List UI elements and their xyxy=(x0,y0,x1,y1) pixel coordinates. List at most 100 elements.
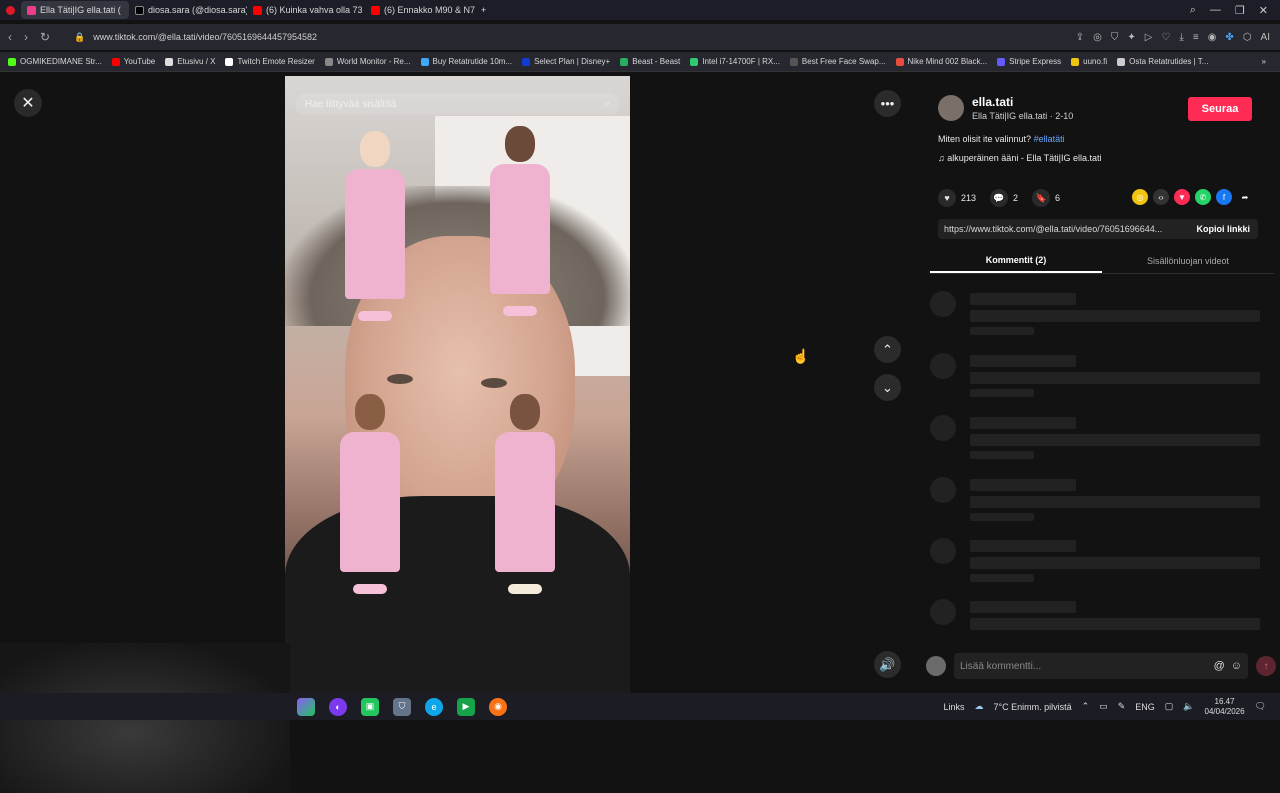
restore-icon[interactable]: ❐ xyxy=(1235,4,1245,17)
app-icon[interactable] xyxy=(297,697,315,716)
author-username[interactable]: ella.tati xyxy=(972,95,1073,109)
more-options-button[interactable]: ••• xyxy=(874,90,901,117)
minimize-icon[interactable]: — xyxy=(1210,4,1221,17)
profile-icon[interactable]: ◉ xyxy=(1208,32,1217,43)
bookmark-item[interactable]: Beast - Beast xyxy=(620,57,680,66)
bookmark-icon: 🔖 xyxy=(1032,189,1051,207)
whatsapp-icon[interactable]: ✆ xyxy=(1195,189,1211,205)
heart-icon[interactable]: ♡ xyxy=(1161,32,1170,43)
hashtag-link[interactable]: #ellatäti xyxy=(1034,134,1065,144)
weather-text[interactable]: 7°C Enimm. pilvistä xyxy=(994,702,1072,712)
close-video-button[interactable]: ✕ xyxy=(14,89,42,117)
links-label[interactable]: Links xyxy=(944,702,965,712)
bookmark-item[interactable]: Best Free Face Swap... xyxy=(789,57,886,66)
youtube-icon xyxy=(371,5,380,15)
bookmark-favicon-icon xyxy=(1117,57,1126,66)
app-icon[interactable]: ◐ xyxy=(329,697,347,716)
search-icon[interactable]: ⌕ xyxy=(604,98,610,111)
edge-icon[interactable]: e xyxy=(425,697,443,716)
share-arrow-icon[interactable]: ➦ xyxy=(1237,189,1253,205)
play-icon[interactable]: ▷ xyxy=(1145,32,1153,43)
video-link-text[interactable]: https://www.tiktok.com/@ella.tati/video/… xyxy=(944,224,1162,234)
shield-icon[interactable]: ⛉ xyxy=(393,697,411,716)
extensions-icon[interactable]: ✦ xyxy=(1127,32,1135,43)
copy-link-button[interactable]: Kopioi linkki xyxy=(1196,224,1258,234)
avatar[interactable] xyxy=(938,95,964,121)
bookmark-item[interactable]: Select Plan | Disney+ xyxy=(522,57,610,66)
emoji-icon[interactable]: ☺ xyxy=(1231,660,1242,672)
bookmark-item[interactable]: uuno.fi xyxy=(1071,57,1107,66)
tab-youtube-kuinka[interactable]: (6) Kuinka vahva olla 73 k xyxy=(247,1,365,19)
bookmark-item[interactable]: Buy Retatrutide 10m... xyxy=(420,57,512,66)
network-icon[interactable]: ▭ xyxy=(1099,701,1108,712)
tab-comments[interactable]: Kommentit (2) xyxy=(930,248,1102,273)
more-bookmarks-icon[interactable]: » xyxy=(1262,57,1280,66)
comment-input[interactable]: Lisää kommentti... @ ☺ xyxy=(954,653,1248,679)
search-icon[interactable]: ⌕ xyxy=(1190,4,1196,17)
share-icon[interactable]: ⇪ xyxy=(1076,32,1084,43)
facebook-icon[interactable]: f xyxy=(1216,189,1232,205)
camera-icon[interactable]: ◎ xyxy=(1093,32,1102,43)
bookmark-item[interactable]: Stripe Express xyxy=(997,57,1061,66)
tab-diosa-sara[interactable]: diosa.sara (@diosa.sara) | xyxy=(129,1,247,19)
display-icon[interactable]: ▢ xyxy=(1165,701,1174,712)
bookmark-favicon-icon xyxy=(225,57,234,66)
date: 04/04/2026 xyxy=(1204,706,1245,716)
close-window-icon[interactable]: ✕ xyxy=(1259,4,1268,17)
ext-icon[interactable]: ✤ xyxy=(1225,32,1233,43)
cube-icon[interactable]: ⬡ xyxy=(1243,32,1252,43)
volume-icon[interactable]: 🔈 xyxy=(1183,701,1194,712)
shield-icon[interactable]: ⛉ xyxy=(1111,32,1119,43)
clock[interactable]: 16.47 04/04/2026 xyxy=(1205,697,1245,717)
comment-skeleton xyxy=(930,477,1270,521)
notification-icon[interactable]: 🗨 xyxy=(1255,701,1266,712)
tab-youtube-ennakko[interactable]: (6) Ennakko M90 & N73 - xyxy=(365,1,475,19)
reload-icon[interactable]: ↻ xyxy=(40,30,50,44)
bookmark-item[interactable]: Intel i7-14700F | RX... xyxy=(690,57,780,66)
firefox-icon[interactable]: ◉ xyxy=(489,697,507,716)
sound-label[interactable]: alkuperäinen ääni - Ella Täti|IG ella.ta… xyxy=(947,153,1101,163)
bookmark-item[interactable]: YouTube xyxy=(111,57,155,66)
sound-info[interactable]: ♫ alkuperäinen ääni - Ella Täti|IG ella.… xyxy=(938,153,1102,163)
tab-ella-tati[interactable]: Ella Täti|IG ella.tati ( xyxy=(21,1,129,19)
back-icon[interactable]: ‹ xyxy=(8,30,12,44)
save-button[interactable]: 🔖 6 xyxy=(1032,189,1060,207)
bookmark-item[interactable]: Nike Mind 002 Black... xyxy=(895,57,987,66)
volume-button[interactable]: 🔊 xyxy=(874,651,901,678)
video-player[interactable]: Hae liittyvää sisältöä ⌕ xyxy=(285,76,630,693)
send-comment-button[interactable]: ↑ xyxy=(1256,656,1276,676)
follow-button[interactable]: Seuraa xyxy=(1188,97,1252,121)
forward-icon[interactable]: › xyxy=(24,30,28,44)
bookmark-label: Stripe Express xyxy=(1009,57,1062,66)
send-to-friends-icon[interactable]: ▼ xyxy=(1174,189,1190,205)
author-info[interactable]: ella.tati Ella Täti|IG ella.tati · 2-10 xyxy=(938,95,1073,121)
chevron-up-icon[interactable]: ⌃ xyxy=(1082,701,1090,712)
save-count: 6 xyxy=(1055,193,1061,203)
download-icon[interactable]: ⤓ xyxy=(1179,32,1183,43)
previous-video-button[interactable]: ⌃ xyxy=(874,336,901,363)
like-button[interactable]: ♥ 213 xyxy=(938,189,976,207)
bookmark-item[interactable]: Etusivu / X xyxy=(165,57,215,66)
bookmark-label: OGMIKEDIMANE Str... xyxy=(20,57,102,66)
ai-icon[interactable]: AI xyxy=(1261,32,1270,43)
bookmark-item[interactable]: World Monitor - Re... xyxy=(324,57,411,66)
menu-icon[interactable]: ≡ xyxy=(1193,32,1199,43)
comment-button[interactable]: 💬 2 xyxy=(990,189,1018,207)
bookmark-item[interactable]: Osta Retatrutides | T... xyxy=(1117,57,1208,66)
mention-icon[interactable]: @ xyxy=(1214,660,1225,672)
app-icon[interactable]: ▣ xyxy=(361,697,379,716)
app-icon[interactable]: ▶ xyxy=(457,697,475,716)
opera-menu[interactable] xyxy=(0,1,21,19)
language-indicator[interactable]: ENG xyxy=(1135,702,1155,712)
embed-icon[interactable]: ‹› xyxy=(1153,189,1169,205)
next-video-button[interactable]: ⌄ xyxy=(874,374,901,401)
coin-icon[interactable]: ◎ xyxy=(1132,189,1148,205)
tab-creator-videos[interactable]: Sisällönluojan videot xyxy=(1102,248,1274,273)
pen-icon[interactable]: ✎ xyxy=(1118,701,1126,712)
bookmark-item[interactable]: OGMIKEDIMANE Str... xyxy=(8,57,102,66)
new-tab-button[interactable]: + xyxy=(475,1,492,19)
related-search-input[interactable]: Hae liittyvää sisältöä ⌕ xyxy=(295,93,620,115)
url-field[interactable]: www.tiktok.com/@ella.tati/video/76051696… xyxy=(93,32,317,42)
lock-icon: 🔒 xyxy=(74,31,86,42)
bookmark-item[interactable]: Twitch Emote Resizer xyxy=(225,57,315,66)
